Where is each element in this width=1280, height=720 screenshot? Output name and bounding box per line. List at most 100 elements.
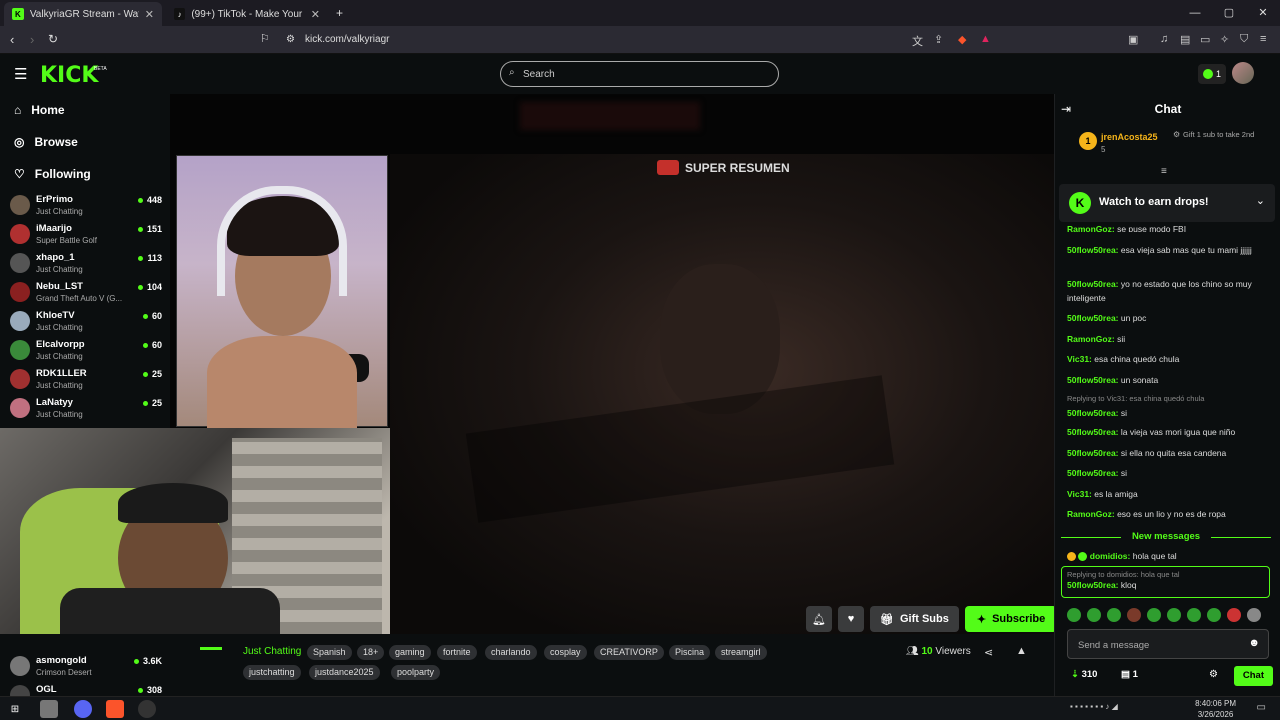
kicks-button[interactable]: 1 [1198,64,1226,84]
kick-logo[interactable]: KICK [40,63,98,88]
settings-icon[interactable]: ⚙ [1209,669,1218,680]
stream-tag[interactable]: 18+ [357,645,385,660]
chat-username[interactable]: 50flow50rea: [1067,245,1119,255]
notification-bell-button[interactable]: 🔔︎ [806,606,832,632]
category-link[interactable]: Just Chatting [243,646,301,657]
minimize-button[interactable]: — [1178,0,1212,26]
chat-input-box[interactable]: ☻ [1067,629,1269,659]
system-clock[interactable]: 8:40:06 PM 3/26/2026 [1195,698,1236,720]
chat-username[interactable]: 50flow50rea: [1067,427,1119,437]
close-window-button[interactable]: ✕ [1246,0,1280,26]
browser-tab-active[interactable]: K ValkyriaGR Stream - Watch Li ✕ [4,2,162,26]
new-tab-button[interactable]: + [336,6,343,20]
wallet-icon[interactable]: ▭ [1200,33,1210,46]
filter-icon[interactable]: ≡ [1161,166,1167,177]
followed-channel[interactable]: Nebu_LST Grand Theft Auto V (G... 104 [10,280,162,308]
chat-username[interactable]: 50flow50rea: [1067,313,1119,323]
chevron-down-icon[interactable]: ⌄ [1256,194,1265,207]
obs-icon[interactable] [138,700,156,718]
emote-icon[interactable] [1227,608,1241,622]
emote-icon[interactable] [1067,608,1081,622]
followed-channel[interactable]: xhapo_1 Just Chatting 113 [10,251,162,279]
search-input[interactable] [523,67,763,81]
followed-channel[interactable]: KhloeTV Just Chatting 60 [10,309,162,337]
emote-icon[interactable] [1247,608,1261,622]
subscribe-button[interactable]: ✦ Subscribe [964,606,1058,632]
stream-tag[interactable]: Spanish [307,645,352,660]
recommended-channel[interactable]: asmongold Crimson Desert 3.6K [10,654,162,682]
chat-username[interactable]: 50flow50rea: [1067,468,1119,478]
back-icon[interactable]: ‹ [10,32,14,47]
notifications-icon[interactable]: ▭ [1257,702,1266,713]
user-avatar[interactable] [1232,62,1254,84]
start-icon[interactable]: ⊞ [6,700,24,718]
reader-icon[interactable]: ▤ [1180,33,1190,46]
restore-button[interactable]: ▢ [1212,0,1246,26]
translate-icon[interactable]: 文 [912,33,923,49]
brave-browser-icon[interactable] [106,700,124,718]
search-box[interactable]: ⌕ [500,61,779,87]
followed-channel[interactable]: LaNatyy Just Chatting 25 [10,396,162,424]
gift-counter[interactable]: ▤ 1 [1121,669,1138,680]
stream-tag[interactable]: CREATIVORP [594,645,664,660]
followed-channel[interactable]: ErPrimo Just Chatting 448 [10,193,162,221]
sidebar-toggle-icon[interactable]: ▣ [1128,33,1138,46]
emote-icon[interactable] [1187,608,1201,622]
chat-input[interactable] [1078,638,1238,652]
chat-username[interactable]: 50flow50rea: [1067,375,1119,385]
nav-browse[interactable]: ◎ Browse [14,135,78,149]
file-explorer-icon[interactable] [40,700,58,718]
close-tab-icon[interactable]: ✕ [311,8,320,21]
report-icon[interactable]: ▲ [1016,645,1027,657]
emote-icon[interactable] [1147,608,1161,622]
discord-icon[interactable] [74,700,92,718]
stream-tag[interactable]: streamgirl [715,645,767,660]
brave-rewards-icon[interactable]: ▲ [980,33,991,45]
chat-username[interactable]: RamonGoz: [1067,509,1115,519]
chat-username[interactable]: 50flow50rea: [1067,580,1119,590]
music-icon[interactable]: ♫ [1160,33,1168,45]
stream-tag[interactable]: gaming [389,645,431,660]
emoji-picker-icon[interactable]: ☻ [1248,637,1260,649]
chat-username[interactable]: 50flow50rea: [1067,448,1119,458]
hamburger-menu-icon[interactable]: ☰ [14,65,27,83]
emote-icon[interactable] [1167,608,1181,622]
forward-icon[interactable]: › [30,32,34,47]
close-tab-icon[interactable]: ✕ [145,8,154,21]
emote-icon[interactable] [1107,608,1121,622]
emote-icon[interactable] [1127,608,1141,622]
followed-channel[interactable]: Elcalvorpp Just Chatting 60 [10,338,162,366]
chat-username[interactable]: domidios: [1090,551,1131,561]
chat-username[interactable]: Vic31: [1067,489,1092,499]
stream-tag[interactable]: fortnite [437,645,477,660]
url-field[interactable]: kick.com/valkyriagr [305,34,389,45]
chat-username[interactable]: Vic31: [1067,354,1092,364]
nav-home[interactable]: ⌂ Home [14,103,65,117]
stream-tag[interactable]: justchatting [243,665,301,680]
stream-tag[interactable]: justdance2025 [309,665,380,680]
drops-banner[interactable]: K Watch to earn drops! ⌄ [1059,184,1275,222]
bookmark-icon[interactable]: ⚐ [260,32,270,45]
gift-subs-button[interactable]: 🎁︎ Gift Subs [870,606,959,632]
share-icon[interactable]: ⇪ [934,33,943,46]
browser-tab[interactable]: ♪ (99+) TikTok - Make Your Day ✕ [166,2,328,26]
leo-icon[interactable]: ✧ [1220,33,1229,46]
system-tray-icons[interactable]: ▪ ▪ ▪ ▪ ▪ ▪ ▪ ♪ ◢ [1070,702,1118,711]
nav-following[interactable]: ♡ Following [14,167,91,181]
chat-username[interactable]: 50flow50rea: [1067,408,1119,418]
chat-username[interactable]: 50flow50rea: [1067,279,1119,289]
emote-icon[interactable] [1087,608,1101,622]
emote-icon[interactable] [1207,608,1221,622]
vpn-icon[interactable]: ⛉ [1240,33,1248,46]
menu-icon[interactable]: ≡ [1260,33,1266,45]
stream-tag[interactable]: Piscina [669,645,711,660]
stream-tag[interactable]: charlando [485,645,537,660]
chat-username[interactable]: RamonGoz: [1067,334,1115,344]
channel-points[interactable]: ⇣ 310 [1071,669,1097,680]
chat-username[interactable]: RamonGoz: [1067,224,1115,232]
share-icon[interactable]: ⋖ [984,646,993,659]
site-info-icon[interactable]: ⚙ [286,34,295,45]
follow-button[interactable]: ♥ [838,606,864,632]
reload-icon[interactable]: ↻ [48,32,58,46]
followed-channel[interactable]: iMaarijo Super Battle Golf 151 [10,222,162,250]
